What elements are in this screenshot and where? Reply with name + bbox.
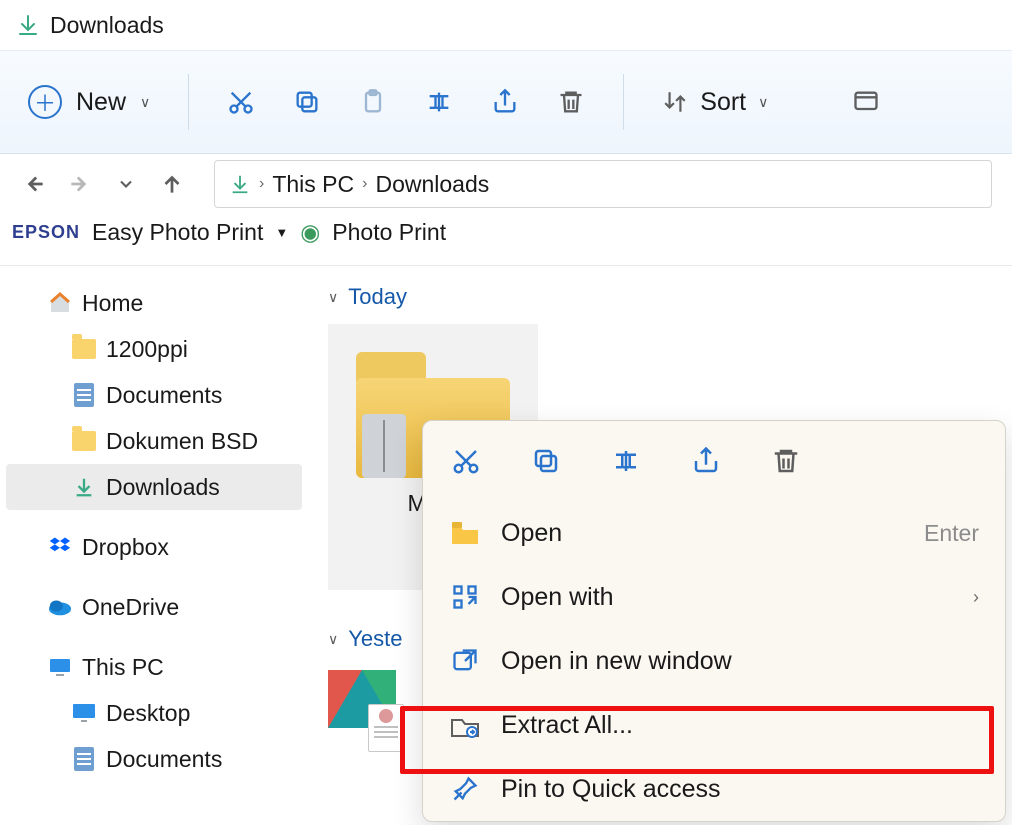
paste-icon[interactable] xyxy=(359,88,387,116)
extract-icon xyxy=(449,709,481,741)
address-bar[interactable]: › This PC › Downloads xyxy=(214,160,992,208)
sidebar-item-label: Home xyxy=(82,290,143,317)
chevron-right-icon: › xyxy=(259,175,264,193)
sidebar-item-documents[interactable]: Documents xyxy=(0,372,308,418)
ctx-label: Extract All... xyxy=(501,711,633,740)
sidebar-item-home[interactable]: Home xyxy=(0,280,308,326)
pin-icon xyxy=(449,773,481,805)
ctx-shortcut: Enter xyxy=(924,520,979,547)
rename-icon[interactable] xyxy=(425,88,453,116)
group-label: Today xyxy=(348,284,407,310)
ctx-share-icon[interactable] xyxy=(689,444,723,478)
downloads-icon xyxy=(72,475,96,499)
chevron-down-icon: ∨ xyxy=(328,631,338,648)
ctx-cut-icon[interactable] xyxy=(449,444,483,478)
sidebar: Home 1200ppi Documents Dokumen BSD Downl… xyxy=(0,266,308,825)
home-icon xyxy=(48,291,72,315)
group-today-header[interactable]: ∨ Today xyxy=(328,284,992,310)
ctx-copy-icon[interactable] xyxy=(529,444,563,478)
ctx-open-new-window[interactable]: Open in new window xyxy=(423,629,1005,693)
sidebar-item-dropbox[interactable]: Dropbox xyxy=(0,524,308,570)
sidebar-item-label: Downloads xyxy=(106,474,220,501)
ctx-label: Open with xyxy=(501,583,614,612)
ctx-label: Open in new window xyxy=(501,647,732,676)
group-label: Yeste xyxy=(348,626,402,652)
document-icon xyxy=(72,747,96,771)
thispc-icon xyxy=(48,655,72,679)
folder-icon xyxy=(72,337,96,361)
epson-logo: EPSON xyxy=(12,222,80,243)
ctx-extract-all[interactable]: Extract All... xyxy=(423,693,1005,757)
document-icon xyxy=(72,383,96,407)
sidebar-item-label: Dropbox xyxy=(82,534,169,561)
downloads-path-icon xyxy=(229,173,251,195)
view-icon[interactable] xyxy=(852,88,880,116)
context-menu: Open Enter Open with › Open in new windo… xyxy=(422,420,1006,822)
folder-icon xyxy=(72,429,96,453)
forward-button[interactable] xyxy=(66,170,94,198)
sidebar-item-label: This PC xyxy=(82,654,164,681)
easy-photo-print-button[interactable]: Easy Photo Print xyxy=(92,219,263,246)
ctx-rename-icon[interactable] xyxy=(609,444,643,478)
sidebar-item-thispc[interactable]: This PC xyxy=(0,644,308,690)
delete-icon[interactable] xyxy=(557,88,585,116)
photo-print-button[interactable]: Photo Print xyxy=(332,219,446,246)
ctx-label: Open xyxy=(501,519,562,548)
open-with-icon xyxy=(449,581,481,613)
sidebar-item-desktop[interactable]: Desktop xyxy=(0,690,308,736)
file-item[interactable] xyxy=(328,670,398,750)
new-window-icon xyxy=(449,645,481,677)
sidebar-item-label: 1200ppi xyxy=(106,336,188,363)
desktop-icon xyxy=(72,701,96,725)
photo-print-bullet-icon: ◉ xyxy=(300,219,320,246)
ctx-open[interactable]: Open Enter xyxy=(423,501,1005,565)
sidebar-item-label: Documents xyxy=(106,746,222,773)
folder-open-icon xyxy=(449,517,481,549)
caret-down-icon: ▼ xyxy=(275,225,288,240)
downloads-title-icon xyxy=(16,13,40,37)
sidebar-item-downloads[interactable]: Downloads xyxy=(6,464,302,510)
new-label: New xyxy=(76,88,126,117)
recent-dropdown[interactable] xyxy=(112,170,140,198)
sidebar-item-label: Dokumen BSD xyxy=(106,428,258,455)
breadcrumb-root[interactable]: This PC xyxy=(272,171,354,198)
dropbox-icon xyxy=(48,535,72,559)
sidebar-item-label: OneDrive xyxy=(82,594,179,621)
cut-icon[interactable] xyxy=(227,88,255,116)
window-title: Downloads xyxy=(50,12,164,39)
back-button[interactable] xyxy=(20,170,48,198)
chevron-down-icon: ∨ xyxy=(140,94,150,111)
ctx-label: Pin to Quick access xyxy=(501,775,721,804)
ctx-open-with[interactable]: Open with › xyxy=(423,565,1005,629)
copy-icon[interactable] xyxy=(293,88,321,116)
id-card-icon xyxy=(368,704,404,752)
chevron-right-icon: › xyxy=(973,587,979,608)
onedrive-icon xyxy=(48,595,72,619)
chevron-down-icon: ∨ xyxy=(758,94,768,111)
up-button[interactable] xyxy=(158,170,186,198)
sidebar-item-1200ppi[interactable]: 1200ppi xyxy=(0,326,308,372)
sidebar-item-label: Documents xyxy=(106,382,222,409)
sidebar-item-documents2[interactable]: Documents xyxy=(0,736,308,782)
new-button[interactable]: ＋ New ∨ xyxy=(28,85,150,119)
sort-button[interactable]: Sort ∨ xyxy=(662,88,768,117)
breadcrumb-current[interactable]: Downloads xyxy=(375,171,489,198)
sidebar-item-label: Desktop xyxy=(106,700,190,727)
ctx-delete-icon[interactable] xyxy=(769,444,803,478)
chevron-down-icon: ∨ xyxy=(328,289,338,306)
ctx-pin-quick-access[interactable]: Pin to Quick access xyxy=(423,757,1005,821)
share-icon[interactable] xyxy=(491,88,519,116)
plus-icon: ＋ xyxy=(28,85,62,119)
sidebar-item-dokumen-bsd[interactable]: Dokumen BSD xyxy=(0,418,308,464)
sidebar-item-onedrive[interactable]: OneDrive xyxy=(0,584,308,630)
sort-label: Sort xyxy=(700,88,746,117)
chevron-right-icon: › xyxy=(362,175,367,193)
